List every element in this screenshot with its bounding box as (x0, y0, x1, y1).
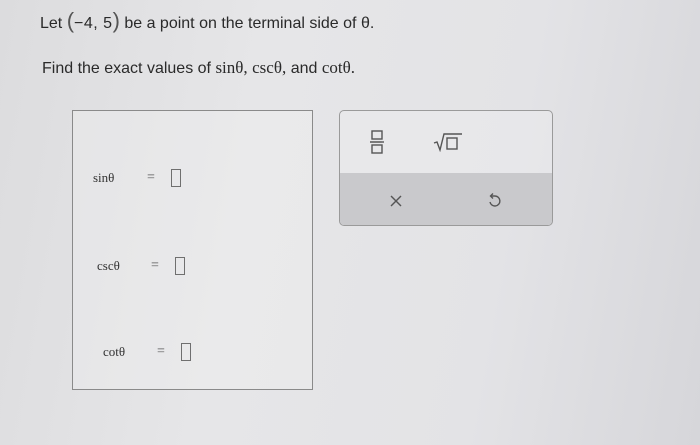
fraction-icon (370, 130, 384, 154)
square-root-icon (433, 133, 462, 152)
answer-box: sinθ = cscθ = cotθ = (72, 110, 313, 390)
answer-row-csc: cscθ = (97, 257, 185, 275)
line1-prefix: Let (40, 15, 63, 32)
answer-input-csc[interactable] (175, 257, 185, 275)
answer-input-cot[interactable] (181, 343, 191, 361)
fn-csc: cscθ, (252, 58, 287, 77)
fraction-button[interactable] (362, 125, 392, 159)
fn-cot: cotθ. (321, 58, 356, 77)
undo-icon (489, 193, 501, 207)
problem-statement-line1: Let (−4, 5) be a point on the terminal s… (40, 8, 374, 34)
x-icon (390, 195, 402, 207)
line2-and: and (290, 60, 318, 77)
clear-button[interactable] (382, 187, 410, 215)
equals-sign: = (157, 344, 165, 359)
toolbar-action-row (340, 173, 552, 225)
answer-label-cot: cotθ (103, 344, 126, 359)
undo-button[interactable] (480, 187, 508, 215)
fn-sin: sinθ, (215, 58, 248, 77)
answer-label-csc: cscθ (97, 258, 120, 273)
square-root-button[interactable] (428, 127, 468, 157)
line1-suffix: be a point on the terminal side of θ. (124, 15, 375, 32)
point-coordinates: −4, 5 (74, 15, 113, 32)
open-paren: ( (66, 8, 75, 33)
math-toolbar (339, 110, 553, 226)
answer-label-sin: sinθ (93, 170, 115, 185)
answer-row-sin: sinθ = (93, 169, 181, 187)
answer-input-sin[interactable] (171, 169, 181, 187)
answer-row-cot: cotθ = (103, 343, 191, 361)
problem-statement-line2: Find the exact values of sinθ, cscθ, and… (42, 58, 355, 78)
line2-prefix: Find the exact values of (42, 60, 211, 77)
equals-sign: = (147, 170, 155, 185)
equals-sign: = (151, 258, 159, 273)
close-paren: ) (112, 8, 120, 33)
